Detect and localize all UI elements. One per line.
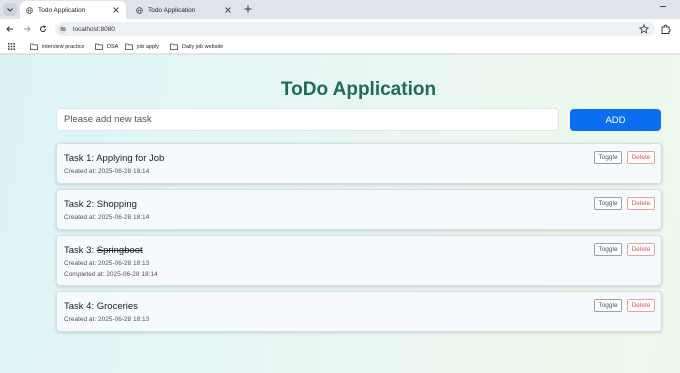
reload-button[interactable] — [37, 23, 49, 35]
star-bookmark-icon[interactable] — [639, 24, 649, 34]
task-card-3: Task 3: Springboot Created at: 2025-06-2… — [56, 235, 662, 286]
delete-task-button[interactable]: Delete — [627, 299, 655, 312]
task-prefix: Task 3: — [64, 245, 97, 256]
task-prefix: Task 4: — [64, 301, 97, 312]
arrow-right-icon — [24, 26, 31, 32]
back-button[interactable] — [4, 23, 16, 35]
bookmark-job-apply[interactable]: job apply — [125, 41, 159, 52]
task-prefix: Task 1: — [64, 153, 97, 164]
toggle-task-button[interactable]: Toggle — [594, 299, 622, 312]
close-tab-icon[interactable] — [224, 6, 232, 14]
toggle-task-button[interactable]: Toggle — [594, 151, 622, 164]
bookmark-daily-job-website[interactable]: Daily job website — [170, 41, 223, 52]
delete-task-button[interactable]: Delete — [627, 197, 655, 210]
task-created-at: Created at: 2025-06-28 18:13 — [64, 316, 150, 323]
task-card-4: Task 4: Groceries Created at: 2025-06-28… — [56, 291, 662, 332]
tab-todo-application[interactable]: Todo Application — [130, 1, 238, 19]
page-viewport: ToDo Application ADD Task 1: Applying fo… — [0, 55, 680, 373]
url-text: localhost:8080 — [73, 25, 115, 33]
task-title: Task 1: Applying for Job — [64, 153, 164, 164]
site-info-icon[interactable] — [58, 24, 67, 34]
forward-button[interactable] — [21, 23, 33, 35]
task-created-at: Created at: 2025-06-28 18:13 — [64, 260, 150, 267]
task-created-at: Created at: 2025-06-28 18:14 — [64, 168, 150, 175]
tab-todo-application-active[interactable]: Todo Application — [20, 1, 126, 19]
task-card-2: Task 2: Shopping Created at: 2025-06-28 … — [56, 189, 662, 230]
browser-toolbar: localhost:8080 — [0, 19, 680, 39]
folder-icon — [170, 43, 178, 50]
tab-title: Todo Application — [38, 6, 86, 14]
toggle-task-button[interactable]: Toggle — [594, 243, 622, 256]
task-prefix: Task 2: — [64, 199, 97, 210]
folder-icon — [125, 43, 133, 50]
tab-strip: Todo Application Todo Application — [0, 0, 680, 19]
reload-icon — [40, 25, 47, 33]
task-created-at: Created at: 2025-06-28 18:14 — [64, 214, 150, 221]
extensions-icon[interactable] — [660, 23, 672, 35]
folder-icon — [30, 43, 38, 50]
bookmark-interview-practice[interactable]: interview practice — [30, 41, 85, 52]
task-name-completed: Springboot — [96, 245, 143, 256]
plus-icon — [244, 5, 252, 13]
bookmark-label: job apply — [137, 43, 160, 50]
chevron-down-icon — [7, 7, 13, 12]
task-name: Applying for Job — [96, 153, 165, 164]
toggle-task-button[interactable]: Toggle — [594, 197, 622, 210]
minimize-window-button[interactable] — [660, 6, 666, 7]
task-card-1: Task 1: Applying for Job Created at: 202… — [56, 143, 662, 184]
page-title: ToDo Application — [280, 79, 437, 100]
globe-icon — [26, 6, 33, 14]
task-name: Shopping — [96, 199, 137, 210]
folder-icon — [95, 43, 103, 50]
apps-grid-icon[interactable] — [8, 43, 15, 50]
tab-search-button[interactable] — [3, 3, 17, 16]
task-title: Task 4: Groceries — [64, 301, 138, 312]
tab-title: Todo Application — [148, 6, 196, 14]
arrow-left-icon — [6, 26, 13, 32]
task-title: Task 2: Shopping — [64, 199, 137, 210]
bookmark-label: Daily job website — [182, 43, 224, 50]
task-title: Task 3: Springboot — [64, 245, 143, 256]
new-task-input[interactable] — [56, 108, 559, 131]
delete-task-button[interactable]: Delete — [627, 151, 655, 164]
new-tab-button[interactable] — [242, 3, 254, 15]
close-tab-icon[interactable] — [112, 6, 120, 14]
bookmark-dsa[interactable]: DSA — [95, 41, 118, 52]
bookmark-label: DSA — [107, 43, 119, 50]
bookmark-label: interview practice — [42, 43, 85, 50]
address-bar[interactable]: localhost:8080 — [55, 22, 655, 36]
task-completed-at: Completed at: 2025-06-28 18:14 — [64, 271, 158, 278]
bookmarks-bar: interview practice DSA job apply Daily j… — [0, 39, 680, 54]
task-name: Groceries — [96, 301, 138, 312]
add-task-button[interactable]: ADD — [570, 109, 661, 131]
delete-task-button[interactable]: Delete — [627, 243, 655, 256]
globe-icon — [136, 6, 143, 14]
